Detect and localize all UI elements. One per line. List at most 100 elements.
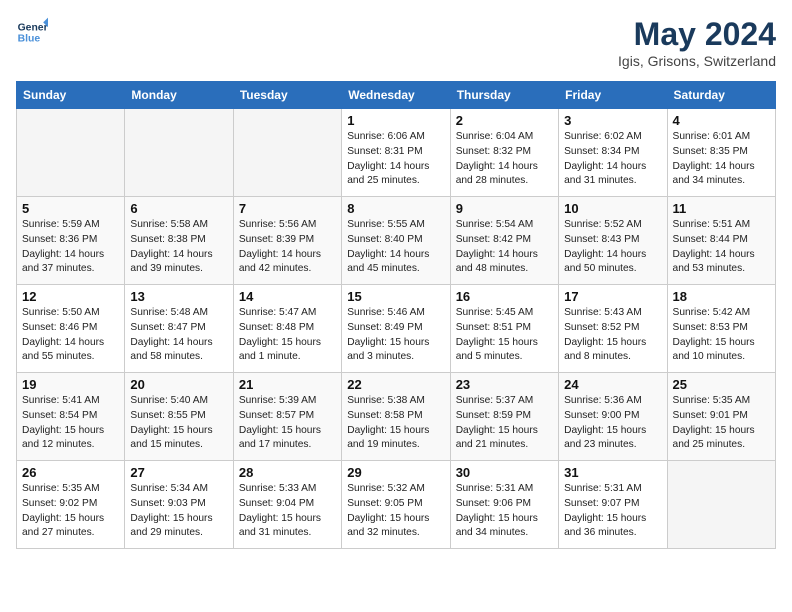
day-number: 3	[564, 113, 661, 128]
day-number: 27	[130, 465, 227, 480]
day-info: Sunrise: 5:52 AMSunset: 8:43 PMDaylight:…	[564, 218, 661, 277]
calendar-week-4: 19 Sunrise: 5:41 AMSunset: 8:54 PMDayligh…	[17, 373, 776, 461]
calendar-cell	[667, 461, 775, 549]
day-info: Sunrise: 5:41 AMSunset: 8:54 PMDaylight:…	[22, 394, 119, 453]
header-monday: Monday	[125, 82, 233, 109]
day-info: Sunrise: 5:36 AMSunset: 9:00 PMDaylight:…	[564, 394, 661, 453]
day-number: 5	[22, 201, 119, 216]
day-info: Sunrise: 5:42 AMSunset: 8:53 PMDaylight:…	[673, 306, 770, 365]
calendar-cell: 6 Sunrise: 5:58 AMSunset: 8:38 PMDaylight…	[125, 197, 233, 285]
calendar-cell: 13 Sunrise: 5:48 AMSunset: 8:47 PMDayligh…	[125, 285, 233, 373]
calendar-cell: 12 Sunrise: 5:50 AMSunset: 8:46 PMDayligh…	[17, 285, 125, 373]
day-number: 13	[130, 289, 227, 304]
day-number: 25	[673, 377, 770, 392]
day-info: Sunrise: 5:51 AMSunset: 8:44 PMDaylight:…	[673, 218, 770, 277]
day-info: Sunrise: 5:56 AMSunset: 8:39 PMDaylight:…	[239, 218, 336, 277]
day-number: 11	[673, 201, 770, 216]
day-number: 21	[239, 377, 336, 392]
day-number: 23	[456, 377, 553, 392]
day-info: Sunrise: 5:39 AMSunset: 8:57 PMDaylight:…	[239, 394, 336, 453]
calendar-cell: 15 Sunrise: 5:46 AMSunset: 8:49 PMDayligh…	[342, 285, 450, 373]
calendar-cell	[125, 109, 233, 197]
calendar-cell: 26Sunrise: 5:35 AMSunset: 9:02 PMDayligh…	[17, 461, 125, 549]
day-number: 10	[564, 201, 661, 216]
calendar-cell: 21 Sunrise: 5:39 AMSunset: 8:57 PMDayligh…	[233, 373, 341, 461]
day-number: 4	[673, 113, 770, 128]
day-number: 15	[347, 289, 444, 304]
day-number: 8	[347, 201, 444, 216]
day-number: 28	[239, 465, 336, 480]
day-info: Sunrise: 5:31 AMSunset: 9:07 PMDaylight:…	[564, 482, 661, 541]
calendar-cell: 3Sunrise: 6:02 AMSunset: 8:34 PMDaylight…	[559, 109, 667, 197]
day-info: Sunrise: 5:48 AMSunset: 8:47 PMDaylight:…	[130, 306, 227, 365]
day-info: Sunrise: 5:38 AMSunset: 8:58 PMDaylight:…	[347, 394, 444, 453]
calendar-cell: 23Sunrise: 5:37 AMSunset: 8:59 PMDayligh…	[450, 373, 558, 461]
day-number: 7	[239, 201, 336, 216]
day-number: 19	[22, 377, 119, 392]
day-number: 22	[347, 377, 444, 392]
header-saturday: Saturday	[667, 82, 775, 109]
calendar-cell: 30Sunrise: 5:31 AMSunset: 9:06 PMDayligh…	[450, 461, 558, 549]
calendar-cell: 19 Sunrise: 5:41 AMSunset: 8:54 PMDayligh…	[17, 373, 125, 461]
calendar-cell: 7 Sunrise: 5:56 AMSunset: 8:39 PMDaylight…	[233, 197, 341, 285]
day-number: 17	[564, 289, 661, 304]
calendar-week-3: 12 Sunrise: 5:50 AMSunset: 8:46 PMDayligh…	[17, 285, 776, 373]
day-info: Sunrise: 5:46 AMSunset: 8:49 PMDaylight:…	[347, 306, 444, 365]
calendar-week-5: 26Sunrise: 5:35 AMSunset: 9:02 PMDayligh…	[17, 461, 776, 549]
calendar-cell	[233, 109, 341, 197]
calendar-cell: 31 Sunrise: 5:31 AMSunset: 9:07 PMDayligh…	[559, 461, 667, 549]
calendar-cell: 25 Sunrise: 5:35 AMSunset: 9:01 PMDayligh…	[667, 373, 775, 461]
svg-text:General: General	[18, 22, 48, 33]
calendar-cell: 10 Sunrise: 5:52 AMSunset: 8:43 PMDayligh…	[559, 197, 667, 285]
calendar-cell: 24Sunrise: 5:36 AMSunset: 9:00 PMDayligh…	[559, 373, 667, 461]
page-header: General Blue May 2024 Igis, Grisons, Swi…	[16, 16, 776, 69]
calendar-cell: 27Sunrise: 5:34 AMSunset: 9:03 PMDayligh…	[125, 461, 233, 549]
calendar-table: SundayMondayTuesdayWednesdayThursdayFrid…	[16, 81, 776, 549]
calendar-cell: 1Sunrise: 6:06 AMSunset: 8:31 PMDaylight…	[342, 109, 450, 197]
calendar-week-2: 5Sunrise: 5:59 AMSunset: 8:36 PMDaylight…	[17, 197, 776, 285]
logo-icon: General Blue	[16, 16, 48, 48]
header-sunday: Sunday	[17, 82, 125, 109]
day-number: 14	[239, 289, 336, 304]
day-number: 1	[347, 113, 444, 128]
day-info: Sunrise: 5:45 AMSunset: 8:51 PMDaylight:…	[456, 306, 553, 365]
calendar-cell: 2 Sunrise: 6:04 AMSunset: 8:32 PMDaylight…	[450, 109, 558, 197]
day-number: 30	[456, 465, 553, 480]
day-info: Sunrise: 6:04 AMSunset: 8:32 PMDaylight:…	[456, 130, 553, 189]
day-number: 29	[347, 465, 444, 480]
calendar-cell	[17, 109, 125, 197]
calendar-cell: 11 Sunrise: 5:51 AMSunset: 8:44 PMDayligh…	[667, 197, 775, 285]
day-info: Sunrise: 5:43 AMSunset: 8:52 PMDaylight:…	[564, 306, 661, 365]
calendar-cell: 8 Sunrise: 5:55 AMSunset: 8:40 PMDaylight…	[342, 197, 450, 285]
day-number: 31	[564, 465, 661, 480]
day-number: 2	[456, 113, 553, 128]
calendar-cell: 18 Sunrise: 5:42 AMSunset: 8:53 PMDayligh…	[667, 285, 775, 373]
calendar-cell: 9 Sunrise: 5:54 AMSunset: 8:42 PMDaylight…	[450, 197, 558, 285]
day-info: Sunrise: 5:40 AMSunset: 8:55 PMDaylight:…	[130, 394, 227, 453]
day-info: Sunrise: 5:35 AMSunset: 9:01 PMDaylight:…	[673, 394, 770, 453]
calendar-cell: 5Sunrise: 5:59 AMSunset: 8:36 PMDaylight…	[17, 197, 125, 285]
month-title: May 2024	[618, 16, 776, 53]
title-block: May 2024 Igis, Grisons, Switzerland	[618, 16, 776, 69]
day-number: 16	[456, 289, 553, 304]
day-number: 9	[456, 201, 553, 216]
header-friday: Friday	[559, 82, 667, 109]
day-info: Sunrise: 5:32 AMSunset: 9:05 PMDaylight:…	[347, 482, 444, 541]
day-info: Sunrise: 6:01 AMSunset: 8:35 PMDaylight:…	[673, 130, 770, 189]
day-info: Sunrise: 5:50 AMSunset: 8:46 PMDaylight:…	[22, 306, 119, 365]
day-number: 12	[22, 289, 119, 304]
day-info: Sunrise: 5:55 AMSunset: 8:40 PMDaylight:…	[347, 218, 444, 277]
day-number: 18	[673, 289, 770, 304]
calendar-week-1: 1Sunrise: 6:06 AMSunset: 8:31 PMDaylight…	[17, 109, 776, 197]
day-number: 26	[22, 465, 119, 480]
calendar-cell: 17 Sunrise: 5:43 AMSunset: 8:52 PMDayligh…	[559, 285, 667, 373]
day-number: 6	[130, 201, 227, 216]
svg-text:Blue: Blue	[18, 34, 41, 45]
header-tuesday: Tuesday	[233, 82, 341, 109]
day-info: Sunrise: 5:58 AMSunset: 8:38 PMDaylight:…	[130, 218, 227, 277]
day-info: Sunrise: 5:47 AMSunset: 8:48 PMDaylight:…	[239, 306, 336, 365]
day-info: Sunrise: 5:54 AMSunset: 8:42 PMDaylight:…	[456, 218, 553, 277]
calendar-cell: 20Sunrise: 5:40 AMSunset: 8:55 PMDayligh…	[125, 373, 233, 461]
calendar-cell: 16 Sunrise: 5:45 AMSunset: 8:51 PMDayligh…	[450, 285, 558, 373]
calendar-cell: 4 Sunrise: 6:01 AMSunset: 8:35 PMDaylight…	[667, 109, 775, 197]
